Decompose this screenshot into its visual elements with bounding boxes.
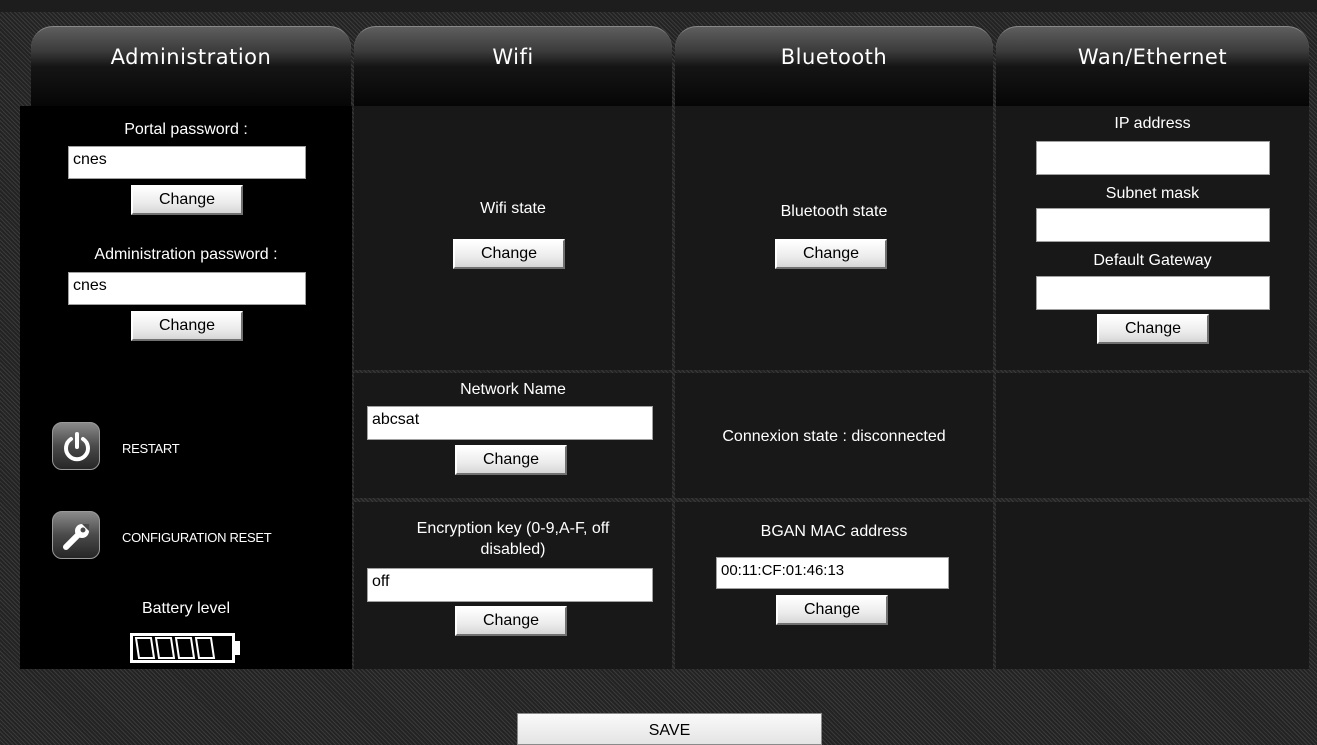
wan-empty-cell-1 (996, 373, 1309, 498)
portal-password-label: Portal password : (124, 121, 248, 138)
encryption-key-input[interactable]: off (367, 568, 653, 602)
network-name-label: Network Name (460, 381, 566, 398)
bluetooth-state-change-button[interactable]: Change (775, 239, 887, 269)
ip-address-label: IP address (1114, 115, 1191, 132)
subnet-mask-input[interactable] (1036, 208, 1270, 242)
tab-administration[interactable]: Administration (31, 26, 351, 106)
battery-level-label: Battery level (141, 600, 231, 617)
default-gateway-input[interactable] (1036, 276, 1270, 310)
tab-wan-ethernet[interactable]: Wan/Ethernet (996, 26, 1309, 106)
battery-icon (130, 633, 240, 663)
ip-address-input[interactable] (1036, 141, 1270, 175)
admin-password-input[interactable]: cnes (68, 272, 306, 305)
bluetooth-state-label: Bluetooth state (780, 203, 888, 220)
save-button[interactable]: SAVE (517, 713, 822, 745)
subnet-mask-label: Subnet mask (1105, 185, 1200, 202)
admin-password-change-button[interactable]: Change (131, 311, 243, 341)
restart-label[interactable]: RESTART (122, 441, 180, 456)
admin-password-label: Administration password : (94, 246, 278, 263)
network-name-input[interactable]: abcsat (367, 406, 653, 440)
power-icon (64, 432, 90, 462)
portal-password-change-button[interactable]: Change (131, 185, 243, 215)
encryption-key-change-button[interactable]: Change (455, 606, 567, 636)
bluetooth-state-cell (675, 106, 993, 370)
bgan-mac-change-button[interactable]: Change (776, 595, 888, 625)
encryption-key-label-line2: disabled) (480, 541, 546, 558)
wrench-icon (63, 524, 89, 550)
connexion-state-text: Connexion state : disconnected (722, 428, 946, 445)
tab-wifi[interactable]: Wifi (354, 26, 672, 106)
wifi-state-cell (354, 106, 672, 370)
portal-password-input[interactable]: cnes (68, 146, 306, 179)
tab-bluetooth[interactable]: Bluetooth (675, 26, 993, 106)
wan-empty-cell-2 (996, 502, 1309, 669)
wifi-state-label: Wifi state (480, 200, 546, 217)
bgan-mac-label: BGAN MAC address (760, 523, 908, 540)
wan-change-button[interactable]: Change (1097, 314, 1209, 344)
top-strip (0, 0, 1317, 12)
restart-button[interactable] (52, 422, 100, 470)
configuration-reset-button[interactable] (52, 511, 100, 559)
encryption-key-label-line1: Encryption key (0-9,A-F, off (416, 520, 610, 537)
wifi-state-change-button[interactable]: Change (453, 239, 565, 269)
bgan-mac-input[interactable]: 00:11:CF:01:46:13 (716, 557, 949, 589)
configuration-reset-label[interactable]: CONFIGURATION RESET (122, 530, 272, 545)
network-name-change-button[interactable]: Change (455, 445, 567, 475)
default-gateway-label: Default Gateway (1093, 252, 1212, 269)
